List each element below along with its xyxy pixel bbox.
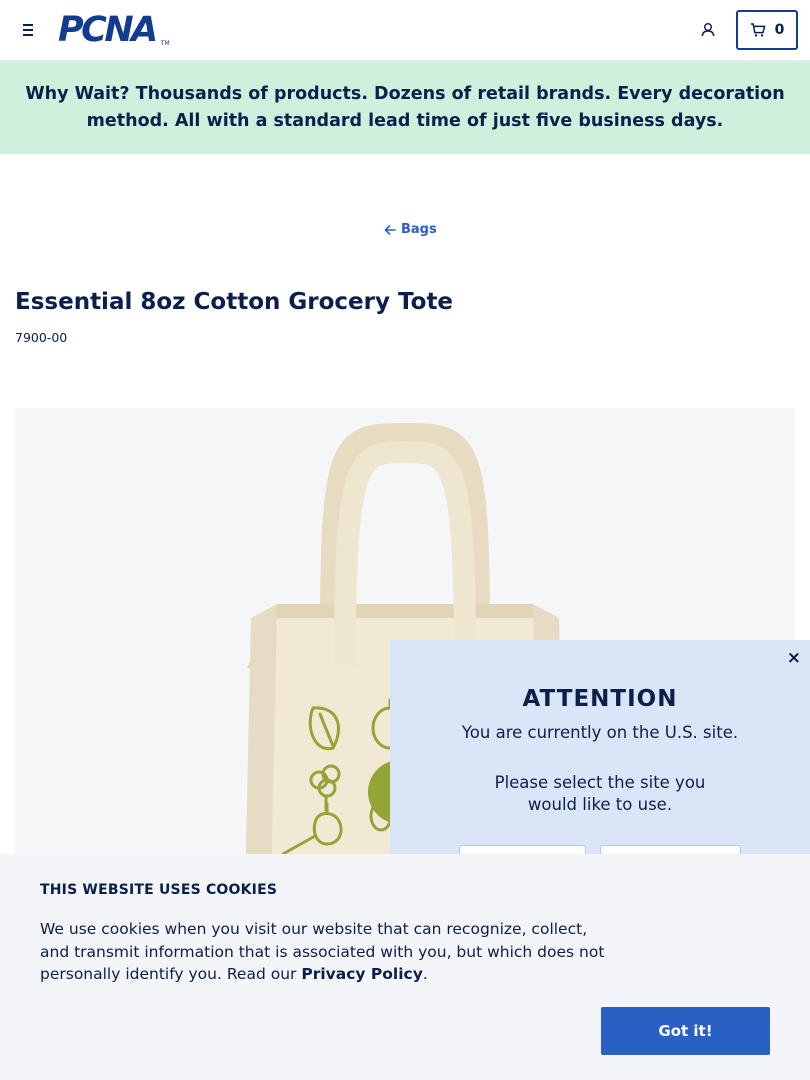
hamburger-menu-icon[interactable]: [18, 19, 40, 41]
user-account-icon[interactable]: [698, 20, 718, 40]
cookie-banner-title: THIS WEBSITE USES COOKIES: [40, 882, 278, 898]
cookie-suffix: .: [422, 965, 428, 983]
pcna-logo[interactable]: PCNA TM: [58, 10, 170, 50]
privacy-policy-link[interactable]: Privacy Policy: [301, 965, 423, 983]
attention-title: ATTENTION: [522, 686, 678, 712]
attention-current-site-text: You are currently on the U.S. site.: [461, 723, 739, 742]
attention-select-site-text: Please select the site you would like to…: [494, 773, 706, 814]
accept-cookies-button[interactable]: Got it!: [601, 1007, 770, 1055]
promo-text: Why Wait? Thousands of products. Dozens …: [12, 81, 798, 135]
arrow-left-icon: [384, 224, 396, 235]
promo-body: Thousands of products. Dozens of retail …: [86, 83, 785, 131]
product-title: Essential 8oz Cotton Grocery Tote: [15, 289, 454, 315]
site-header: PCNA TM 0: [0, 0, 810, 61]
cart-button[interactable]: 0: [736, 10, 798, 50]
logo-trademark: TM: [160, 40, 170, 47]
shopping-cart-icon: [750, 23, 765, 37]
logo-wordmark: PCNA: [58, 10, 158, 50]
back-link-label: Bags: [401, 222, 437, 237]
cart-count: 0: [774, 22, 785, 38]
back-to-category-link[interactable]: Bags: [383, 222, 437, 237]
cookie-banner-text: We use cookies when you visit our websit…: [40, 918, 620, 986]
site-selector-modal: × ATTENTION You are currently on the U.S…: [390, 640, 810, 885]
cookie-banner: THIS WEBSITE USES COOKIES We use cookies…: [0, 854, 810, 1080]
close-icon[interactable]: ×: [787, 648, 801, 668]
promo-lead: Why Wait?: [25, 83, 130, 104]
product-sku: 7900-00: [15, 330, 68, 345]
promo-banner: Why Wait? Thousands of products. Dozens …: [0, 61, 810, 154]
